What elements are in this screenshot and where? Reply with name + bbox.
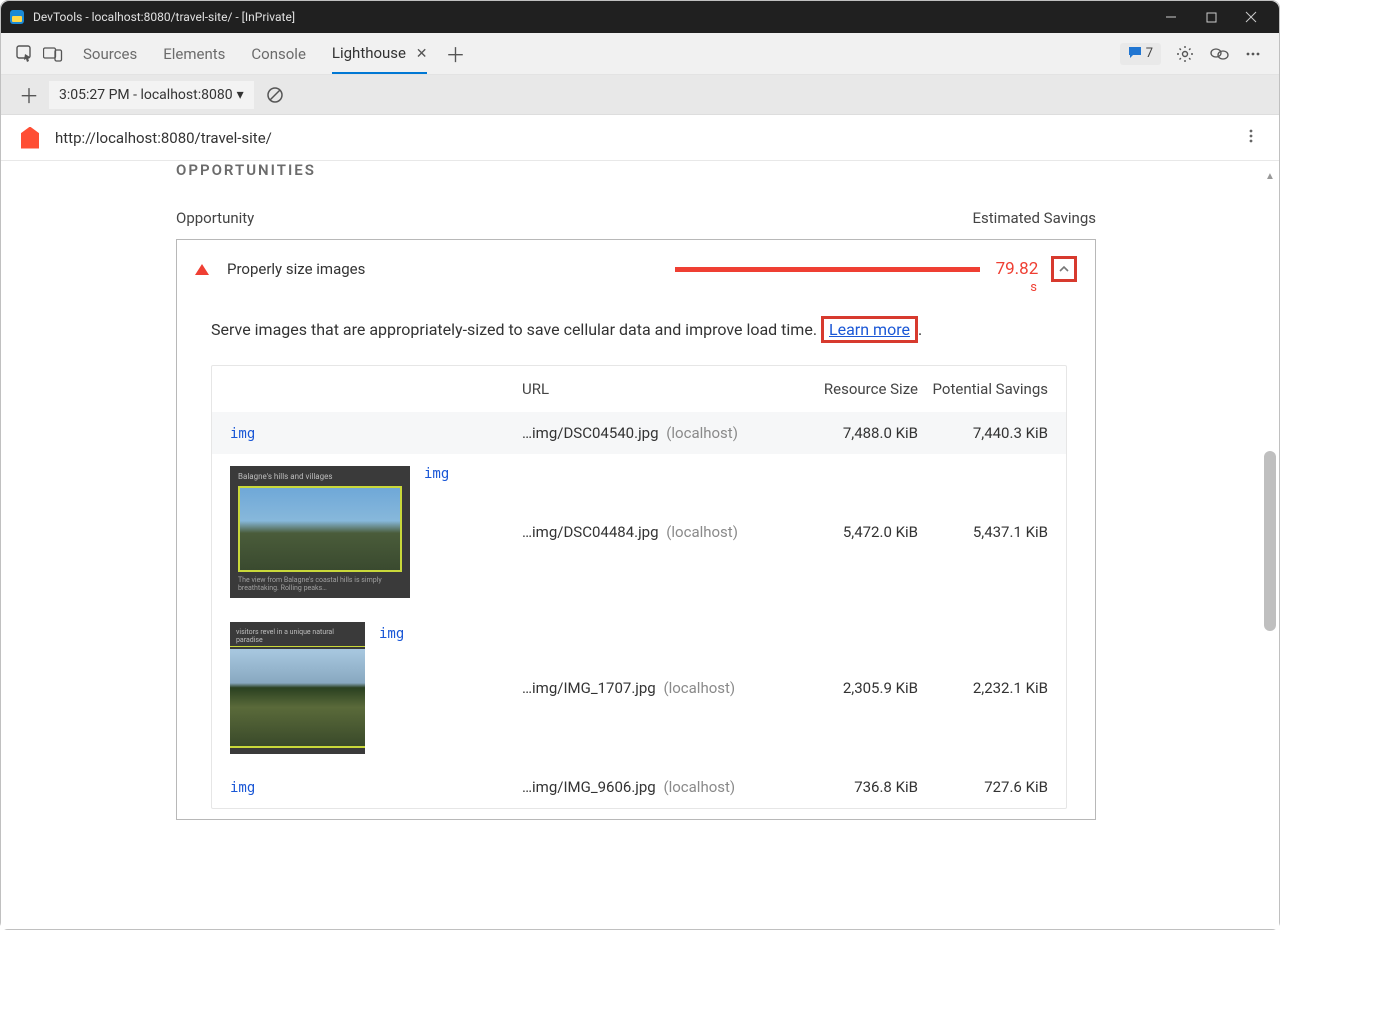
th-savings: Potential Savings [918, 380, 1048, 398]
scroll-up-icon[interactable]: ▲ [1263, 171, 1277, 185]
issues-badge[interactable]: 7 [1120, 43, 1161, 65]
report-selector-dropdown[interactable]: 3:05:27 PM - localhost:8080 ▾ [49, 81, 254, 109]
devtools-tabstrip: Sources Elements Console Lighthouse ✕ ＋ … [1, 33, 1279, 75]
table-row: img …img/IMG_9606.jpg (localhost) 736.8 … [212, 766, 1066, 808]
inspect-element-icon[interactable] [15, 44, 35, 64]
report-content: OPPORTUNITIES Opportunity Estimated Savi… [1, 161, 1279, 929]
tab-lighthouse-label: Lighthouse [332, 44, 406, 62]
audit-fail-icon [195, 264, 209, 275]
savings-unit: s [1030, 280, 1037, 295]
tab-elements[interactable]: Elements [163, 35, 225, 73]
scrollbar[interactable]: ▲ [1263, 171, 1277, 919]
table-row: visitors revel in a unique natural parad… [212, 610, 1066, 766]
tab-close-icon[interactable]: ✕ [416, 46, 428, 62]
lighthouse-toolbar: ＋ 3:05:27 PM - localhost:8080 ▾ [1, 75, 1279, 115]
section-title: OPPORTUNITIES [176, 161, 1096, 179]
element-tag[interactable]: img [230, 780, 255, 796]
column-header-savings: Estimated Savings [973, 209, 1097, 227]
audit-card: Properly size images 79.82 s Serve image… [176, 239, 1096, 820]
chevron-down-icon: ▾ [237, 87, 244, 103]
tab-console[interactable]: Console [251, 35, 306, 73]
window-maximize-button[interactable] [1191, 1, 1231, 33]
report-url: http://localhost:8080/travel-site/ [55, 129, 272, 147]
scroll-thumb[interactable] [1264, 451, 1276, 631]
table-row: img …img/DSC04540.jpg (localhost) 7,488.… [212, 412, 1066, 454]
audit-table: URL Resource Size Potential Savings img … [211, 365, 1067, 809]
tab-sources[interactable]: Sources [83, 35, 137, 73]
issues-icon [1128, 45, 1142, 63]
lighthouse-icon [21, 127, 39, 149]
window-title: DevTools - localhost:8080/travel-site/ -… [33, 10, 295, 24]
window-close-button[interactable] [1231, 1, 1271, 33]
th-url: URL [522, 380, 788, 398]
report-selector-label: 3:05:27 PM - localhost:8080 [59, 87, 233, 103]
issues-count: 7 [1146, 46, 1153, 61]
more-menu-icon[interactable] [1243, 44, 1263, 64]
add-tab-button[interactable]: ＋ [445, 39, 465, 68]
element-tag[interactable]: img [230, 426, 255, 442]
collapse-button[interactable] [1051, 256, 1077, 282]
window-minimize-button[interactable] [1151, 1, 1191, 33]
device-toolbar-icon[interactable] [43, 44, 63, 64]
report-url-bar: http://localhost:8080/travel-site/ [1, 115, 1279, 161]
image-thumbnail[interactable]: Balagne's hills and villages The view fr… [230, 466, 410, 598]
window-titlebar: DevTools - localhost:8080/travel-site/ -… [1, 1, 1279, 33]
new-report-button[interactable]: ＋ [9, 80, 49, 109]
feedback-icon[interactable] [1209, 44, 1229, 64]
th-size: Resource Size [788, 380, 918, 398]
element-tag[interactable]: img [424, 466, 449, 482]
devtools-app-icon [9, 9, 25, 25]
audit-header[interactable]: Properly size images 79.82 s [177, 240, 1095, 298]
image-thumbnail[interactable]: visitors revel in a unique natural parad… [230, 622, 365, 754]
report-menu-icon[interactable] [1243, 128, 1259, 148]
audit-title: Properly size images [227, 260, 365, 278]
column-header-opportunity: Opportunity [176, 209, 973, 227]
tab-lighthouse[interactable]: Lighthouse ✕ [332, 34, 428, 74]
learn-more-link[interactable]: Learn more [827, 317, 912, 342]
table-row: Balagne's hills and villages The view fr… [212, 454, 1066, 610]
savings-bar [675, 267, 980, 272]
savings-value: 79.82 [996, 259, 1039, 279]
clear-report-button[interactable] [264, 84, 286, 106]
element-tag[interactable]: img [379, 626, 404, 642]
audit-description: Serve images that are appropriately-size… [211, 320, 1067, 339]
settings-icon[interactable] [1175, 44, 1195, 64]
